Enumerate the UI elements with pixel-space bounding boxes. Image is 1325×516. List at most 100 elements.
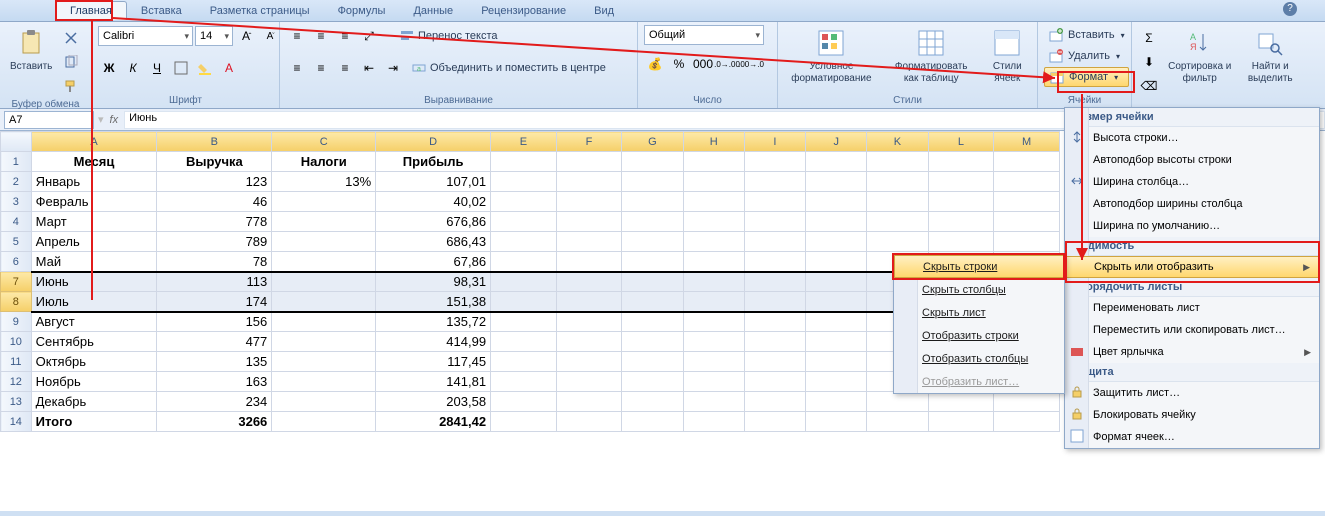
align-left-button[interactable]: ≡	[286, 57, 308, 79]
cell[interactable]: 163	[157, 372, 272, 392]
cell[interactable]: 40,02	[376, 192, 491, 212]
tab-formulas[interactable]: Формулы	[324, 2, 400, 20]
cell[interactable]	[744, 412, 805, 432]
col-header[interactable]: E	[491, 132, 557, 152]
cell[interactable]: 3266	[157, 412, 272, 432]
cell[interactable]	[683, 272, 744, 292]
cell[interactable]	[491, 372, 557, 392]
cell[interactable]	[622, 412, 683, 432]
paste-button[interactable]: Вставить	[6, 25, 56, 75]
cell[interactable]	[622, 192, 683, 212]
sort-filter-button[interactable]: AЯ Сортировка и фильтр	[1164, 25, 1236, 86]
cell[interactable]	[806, 252, 867, 272]
cell[interactable]	[867, 232, 928, 252]
format-menu-hide-show[interactable]: Скрыть или отобразить ▶	[1065, 256, 1319, 278]
font-name-dropdown[interactable]: Calibri	[98, 26, 193, 46]
tab-page-layout[interactable]: Разметка страницы	[196, 2, 324, 20]
cell[interactable]	[683, 152, 744, 172]
cell[interactable]: 789	[157, 232, 272, 252]
cell[interactable]: Сентябрь	[31, 332, 157, 352]
cell[interactable]: 67,86	[376, 252, 491, 272]
cell[interactable]: 151,38	[376, 292, 491, 312]
submenu-hide-cols[interactable]: Скрыть столбцы	[894, 278, 1064, 301]
cell[interactable]	[683, 312, 744, 332]
cell[interactable]	[491, 352, 557, 372]
format-menu-move-sheet[interactable]: Переместить или скопировать лист…	[1065, 319, 1319, 341]
cell[interactable]	[556, 272, 622, 292]
cell[interactable]	[556, 332, 622, 352]
cell[interactable]	[491, 292, 557, 312]
cell[interactable]	[806, 212, 867, 232]
format-menu-autofit-col[interactable]: Автоподбор ширины столбца	[1065, 193, 1319, 215]
cell[interactable]	[491, 392, 557, 412]
cell[interactable]	[867, 412, 928, 432]
insert-cells-button[interactable]: Вставить▾	[1044, 25, 1129, 45]
cell[interactable]	[744, 152, 805, 172]
format-menu-lock-cell[interactable]: Блокировать ячейку	[1065, 404, 1319, 426]
cell[interactable]	[491, 152, 557, 172]
cell[interactable]: Май	[31, 252, 157, 272]
underline-button[interactable]: Ч	[146, 57, 168, 79]
cell[interactable]	[744, 372, 805, 392]
bold-button[interactable]: Ж	[98, 57, 120, 79]
cell[interactable]	[867, 212, 928, 232]
increase-decimal-button[interactable]: .0→.00	[716, 53, 738, 75]
cell[interactable]	[744, 212, 805, 232]
tab-review[interactable]: Рецензирование	[467, 2, 580, 20]
fx-icon[interactable]: fx	[110, 114, 119, 126]
cell[interactable]	[272, 352, 376, 372]
cell[interactable]: 234	[157, 392, 272, 412]
cell[interactable]	[622, 372, 683, 392]
submenu-hide-rows[interactable]: Скрыть строки	[894, 255, 1064, 278]
cell[interactable]: Февраль	[31, 192, 157, 212]
cell[interactable]: Апрель	[31, 232, 157, 252]
cell[interactable]: 78	[157, 252, 272, 272]
cell[interactable]	[491, 312, 557, 332]
tab-home[interactable]: Главная	[55, 1, 127, 20]
cell[interactable]: Ноябрь	[31, 372, 157, 392]
align-center-button[interactable]: ≡	[310, 57, 332, 79]
submenu-hide-sheet[interactable]: Скрыть лист	[894, 301, 1064, 324]
cell[interactable]	[994, 192, 1060, 212]
tab-insert[interactable]: Вставка	[127, 2, 196, 20]
decrease-indent-button[interactable]: ⇤	[358, 57, 380, 79]
comma-button[interactable]: 000	[692, 53, 714, 75]
cell[interactable]	[806, 152, 867, 172]
cell[interactable]	[622, 332, 683, 352]
cell[interactable]	[867, 172, 928, 192]
cell[interactable]	[928, 152, 994, 172]
col-header[interactable]: K	[867, 132, 928, 152]
cell[interactable]: Октябрь	[31, 352, 157, 372]
italic-button[interactable]: К	[122, 57, 144, 79]
cell[interactable]	[806, 352, 867, 372]
cell[interactable]	[491, 252, 557, 272]
cell[interactable]: 117,45	[376, 352, 491, 372]
fill-button[interactable]: ⬇	[1138, 51, 1160, 73]
decrease-decimal-button[interactable]: .00→.0	[740, 53, 762, 75]
row-header[interactable]: 13	[1, 392, 32, 412]
cell[interactable]	[491, 332, 557, 352]
name-box[interactable]: A7	[4, 111, 94, 129]
cell[interactable]	[744, 352, 805, 372]
cell[interactable]	[491, 212, 557, 232]
cell[interactable]	[622, 232, 683, 252]
col-header[interactable]: F	[556, 132, 622, 152]
cell[interactable]: 778	[157, 212, 272, 232]
cell[interactable]	[491, 272, 557, 292]
cell[interactable]	[272, 192, 376, 212]
cell[interactable]: Март	[31, 212, 157, 232]
cell[interactable]	[928, 412, 994, 432]
conditional-formatting-button[interactable]: Условное форматирование	[784, 25, 879, 86]
submenu-show-sheet[interactable]: Отобразить лист…	[894, 370, 1064, 393]
cell[interactable]	[867, 392, 928, 412]
cell[interactable]	[556, 192, 622, 212]
cell[interactable]	[806, 372, 867, 392]
row-header[interactable]: 1	[1, 152, 32, 172]
cell[interactable]: 156	[157, 312, 272, 332]
cell[interactable]	[556, 252, 622, 272]
font-color-button[interactable]: A	[218, 57, 240, 79]
cell[interactable]	[272, 212, 376, 232]
cell[interactable]: 98,31	[376, 272, 491, 292]
cell[interactable]	[622, 312, 683, 332]
cell[interactable]: 135,72	[376, 312, 491, 332]
